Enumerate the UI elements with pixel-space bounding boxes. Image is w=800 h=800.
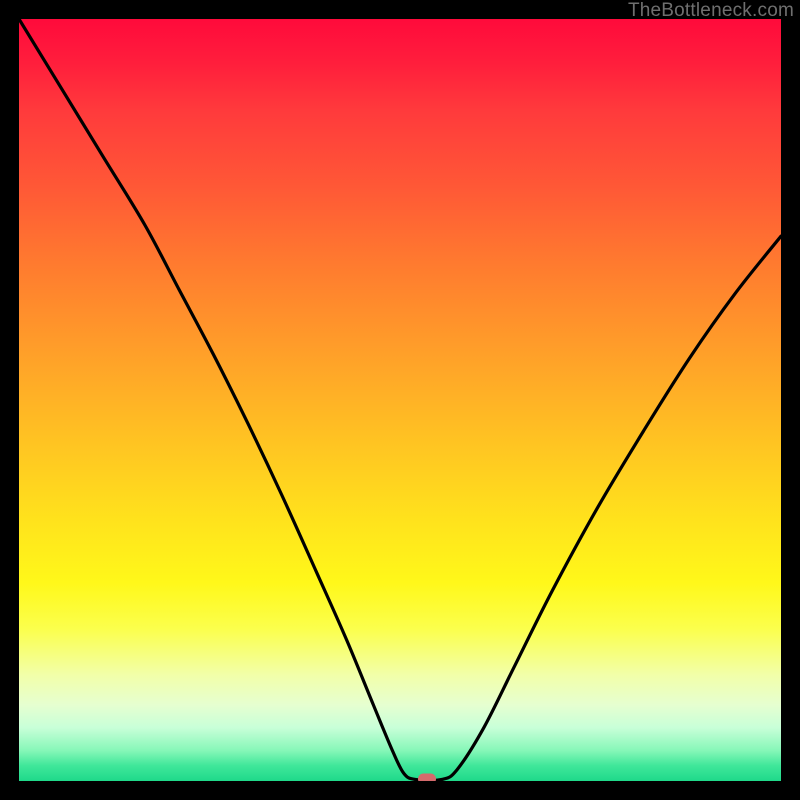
- watermark-text: TheBottleneck.com: [628, 0, 794, 22]
- plot-area: [19, 19, 781, 781]
- chart-stage: TheBottleneck.com: [0, 0, 800, 800]
- optimal-point-marker: [418, 773, 436, 781]
- bottleneck-curve: [19, 19, 781, 781]
